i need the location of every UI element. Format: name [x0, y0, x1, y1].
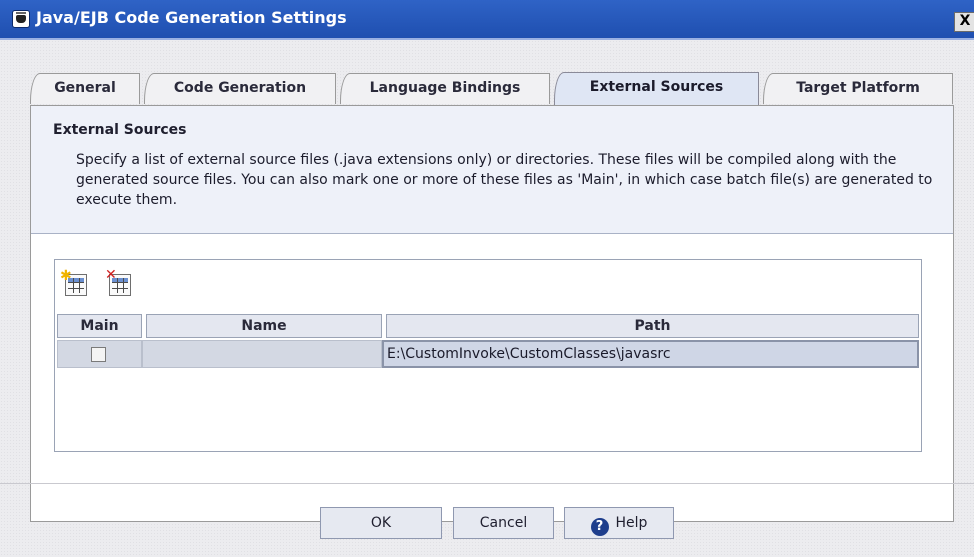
cancel-button[interactable]: Cancel [453, 507, 554, 539]
star-icon: ✱ [60, 268, 72, 284]
main-checkbox[interactable] [91, 347, 106, 362]
window-title: Java/EJB Code Generation Settings [36, 8, 347, 27]
remove-row-icon[interactable]: ✕ [105, 268, 131, 296]
cell-path[interactable]: E:\CustomInvoke\CustomClasses\javasrc [382, 340, 919, 368]
tab-code-generation[interactable]: Code Generation [144, 73, 336, 104]
add-row-icon[interactable]: ✱ [60, 269, 87, 296]
tab-general[interactable]: General [30, 73, 140, 104]
table-row[interactable]: E:\CustomInvoke\CustomClasses\javasrc [57, 340, 919, 368]
delete-x-icon: ✕ [105, 267, 117, 283]
cell-main [57, 340, 142, 368]
section-description: Specify a list of external source files … [76, 152, 933, 208]
help-button[interactable]: ? Help [564, 507, 674, 539]
tab-target-platform[interactable]: Target Platform [763, 73, 953, 104]
footer-divider [0, 483, 974, 484]
section-header: External Sources Specify a list of exter… [31, 106, 953, 234]
help-button-label: Help [615, 515, 648, 531]
section-title: External Sources [53, 122, 187, 138]
ok-button[interactable]: OK [320, 507, 442, 539]
tab-external-sources[interactable]: External Sources [554, 72, 759, 106]
column-header-main[interactable]: Main [57, 314, 142, 338]
tab-panel: External Sources Specify a list of exter… [30, 105, 954, 522]
app-icon [12, 10, 30, 28]
tab-language-bindings[interactable]: Language Bindings [340, 73, 550, 104]
cell-name[interactable] [142, 340, 382, 368]
dialog-body: General Code Generation Language Binding… [0, 40, 974, 557]
column-header-name[interactable]: Name [146, 314, 382, 338]
external-sources-table: ✱ ✕ Main Name Path E:\CustomInvoke\Custo… [54, 259, 922, 452]
title-bar: Java/EJB Code Generation Settings X [0, 0, 974, 40]
table-header: Main Name Path [57, 314, 919, 339]
close-button[interactable]: X [954, 12, 974, 32]
help-icon: ? [590, 518, 609, 536]
column-header-path[interactable]: Path [386, 314, 919, 338]
